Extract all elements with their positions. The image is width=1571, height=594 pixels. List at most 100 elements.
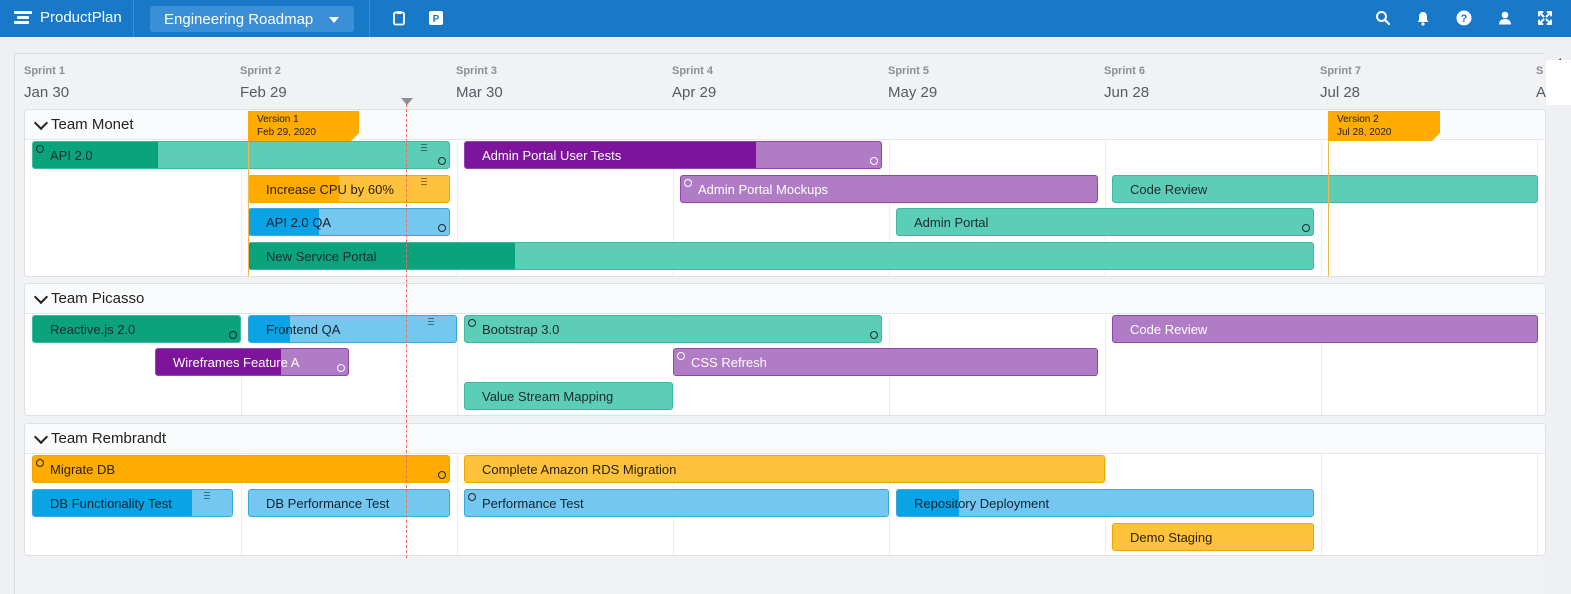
roadmap-bar[interactable]: API 2.0 QA (248, 208, 450, 236)
sprint-label: Sprint 4 (672, 65, 713, 77)
lane-title: Team Picasso (51, 290, 145, 307)
roadmap-bar[interactable]: DB Functionality Test (32, 489, 233, 517)
dependency-end-icon[interactable] (1302, 224, 1310, 232)
divider (369, 0, 370, 37)
sprint-gridline (1105, 313, 1106, 415)
sprint-date: Jun 28 (1104, 84, 1150, 101)
bar-label: API 2.0 (50, 148, 93, 163)
roadmap-bar[interactable]: CSS Refresh (673, 348, 1098, 376)
fullscreen-icon[interactable] (1536, 9, 1554, 27)
svg-text:P: P (433, 14, 440, 25)
dependency-start-icon[interactable] (36, 145, 44, 153)
roadmap-bar[interactable]: Value Stream Mapping (464, 382, 673, 410)
drag-handle-icon[interactable] (421, 144, 427, 152)
bar-label: Wireframes Feature A (173, 355, 300, 370)
roadmap-selector[interactable]: Engineering Roadmap (150, 6, 354, 32)
today-marker-icon (401, 98, 413, 105)
lane-header: Team Picasso (25, 284, 1545, 314)
bell-icon[interactable] (1414, 9, 1432, 27)
roadmap-bar[interactable]: Reactive.js 2.0 (32, 315, 241, 343)
roadmap-bar[interactable]: Migrate DB (32, 455, 450, 483)
drag-handle-icon[interactable] (421, 178, 427, 186)
dependency-end-icon[interactable] (438, 471, 446, 479)
milestone-date: Jul 28, 2020 (1337, 127, 1392, 138)
today-line (406, 104, 407, 558)
dependency-start-icon[interactable] (468, 493, 476, 501)
roadmap-bar[interactable]: Frontend QA (248, 315, 457, 343)
sprint-gridline (1321, 139, 1322, 276)
divider (133, 0, 134, 37)
roadmap-bar[interactable]: DB Performance Test (248, 489, 450, 517)
milestone-flag[interactable]: Version 2 Jul 28, 2020 (1328, 111, 1440, 141)
bar-label: Complete Amazon RDS Migration (482, 462, 677, 477)
roadmap-bar[interactable]: Demo Staging (1112, 523, 1314, 551)
user-icon[interactable] (1496, 9, 1514, 27)
bar-label: Admin Portal User Tests (482, 148, 622, 163)
clipboard-icon[interactable] (391, 10, 407, 26)
bar-label: Bootstrap 3.0 (482, 322, 560, 337)
drag-handle-icon[interactable] (428, 318, 434, 326)
dependency-start-icon[interactable] (677, 352, 685, 360)
dependency-end-icon[interactable] (337, 364, 345, 372)
chevron-down-icon[interactable] (33, 115, 49, 131)
roadmap-name: Engineering Roadmap (164, 10, 314, 28)
roadmap-bar[interactable]: Admin Portal (896, 208, 1314, 236)
sprint-date: Jul 28 (1320, 84, 1361, 101)
parking-lot-icon[interactable]: P (428, 10, 444, 26)
roadmap-bar[interactable]: Complete Amazon RDS Migration (464, 455, 1105, 483)
roadmap-bar[interactable]: Bootstrap 3.0 (464, 315, 882, 343)
sprint-label: Sprint 6 (1104, 65, 1145, 77)
milestone-name: Version 1 (257, 114, 299, 125)
lane-title: Team Rembrandt (51, 430, 167, 447)
sprint-label: S (1536, 65, 1544, 77)
sprint-date: Apr 29 (672, 84, 717, 101)
svg-text:?: ? (1461, 13, 1468, 25)
roadmap-bar[interactable]: Admin Portal Mockups (680, 175, 1098, 203)
drag-handle-icon[interactable] (204, 492, 210, 500)
roadmap-bar[interactable]: New Service Portal (248, 242, 1314, 270)
sprint-label: Sprint 5 (888, 65, 929, 77)
sprint-date: Jan 30 (24, 84, 70, 101)
dependency-start-icon[interactable] (684, 179, 692, 187)
bar-label: Admin Portal Mockups (698, 182, 829, 197)
search-icon[interactable] (1374, 9, 1392, 27)
bar-label: Increase CPU by 60% (266, 182, 394, 197)
milestone-flag[interactable]: Version 1 Feb 29, 2020 (248, 111, 359, 141)
milestone-date: Feb 29, 2020 (257, 127, 316, 138)
roadmap-bar[interactable]: Performance Test (464, 489, 889, 517)
sprint-label: Sprint 7 (1320, 65, 1361, 77)
lane-title: Team Monet (51, 116, 134, 133)
dependency-end-icon[interactable] (438, 224, 446, 232)
sprint-date: Feb 29 (240, 84, 287, 101)
roadmap-bar[interactable]: Admin Portal User Tests (464, 141, 882, 169)
roadmap-bar[interactable]: Increase CPU by 60% (248, 175, 450, 203)
productplan-logo-icon (14, 10, 32, 25)
roadmap-bar[interactable]: Code Review (1112, 175, 1538, 203)
dependency-end-icon[interactable] (870, 157, 878, 165)
app-logo[interactable]: ProductPlan (14, 9, 122, 26)
bar-label: CSS Refresh (691, 355, 767, 370)
roadmap-bar[interactable]: API 2.0 (32, 141, 450, 169)
bar-label: Frontend QA (266, 322, 341, 337)
lane-header: Team Rembrandt (25, 424, 1545, 454)
milestone-name: Version 2 (1337, 114, 1379, 125)
dependency-end-icon[interactable] (438, 157, 446, 165)
chevron-down-icon[interactable] (33, 289, 49, 305)
dependency-end-icon[interactable] (870, 331, 878, 339)
chevron-down-icon[interactable] (33, 429, 49, 445)
roadmap-bar[interactable]: Wireframes Feature A (155, 348, 349, 376)
roadmap-bar[interactable]: Repository Deployment (896, 489, 1314, 517)
sprint-gridline (457, 313, 458, 415)
dependency-start-icon[interactable] (36, 459, 44, 467)
bar-label: Value Stream Mapping (482, 389, 614, 404)
sprint-date: A (1536, 84, 1547, 101)
milestone-line (1328, 141, 1329, 276)
roadmap-bar[interactable]: Code Review (1112, 315, 1538, 343)
bar-label: Performance Test (482, 496, 584, 511)
help-icon[interactable]: ? (1455, 9, 1473, 27)
sprint-label: Sprint 1 (24, 65, 65, 77)
dependency-end-icon[interactable] (229, 331, 237, 339)
dependency-start-icon[interactable] (468, 319, 476, 327)
bar-label: Migrate DB (50, 462, 116, 477)
edge-mask (1546, 60, 1571, 105)
